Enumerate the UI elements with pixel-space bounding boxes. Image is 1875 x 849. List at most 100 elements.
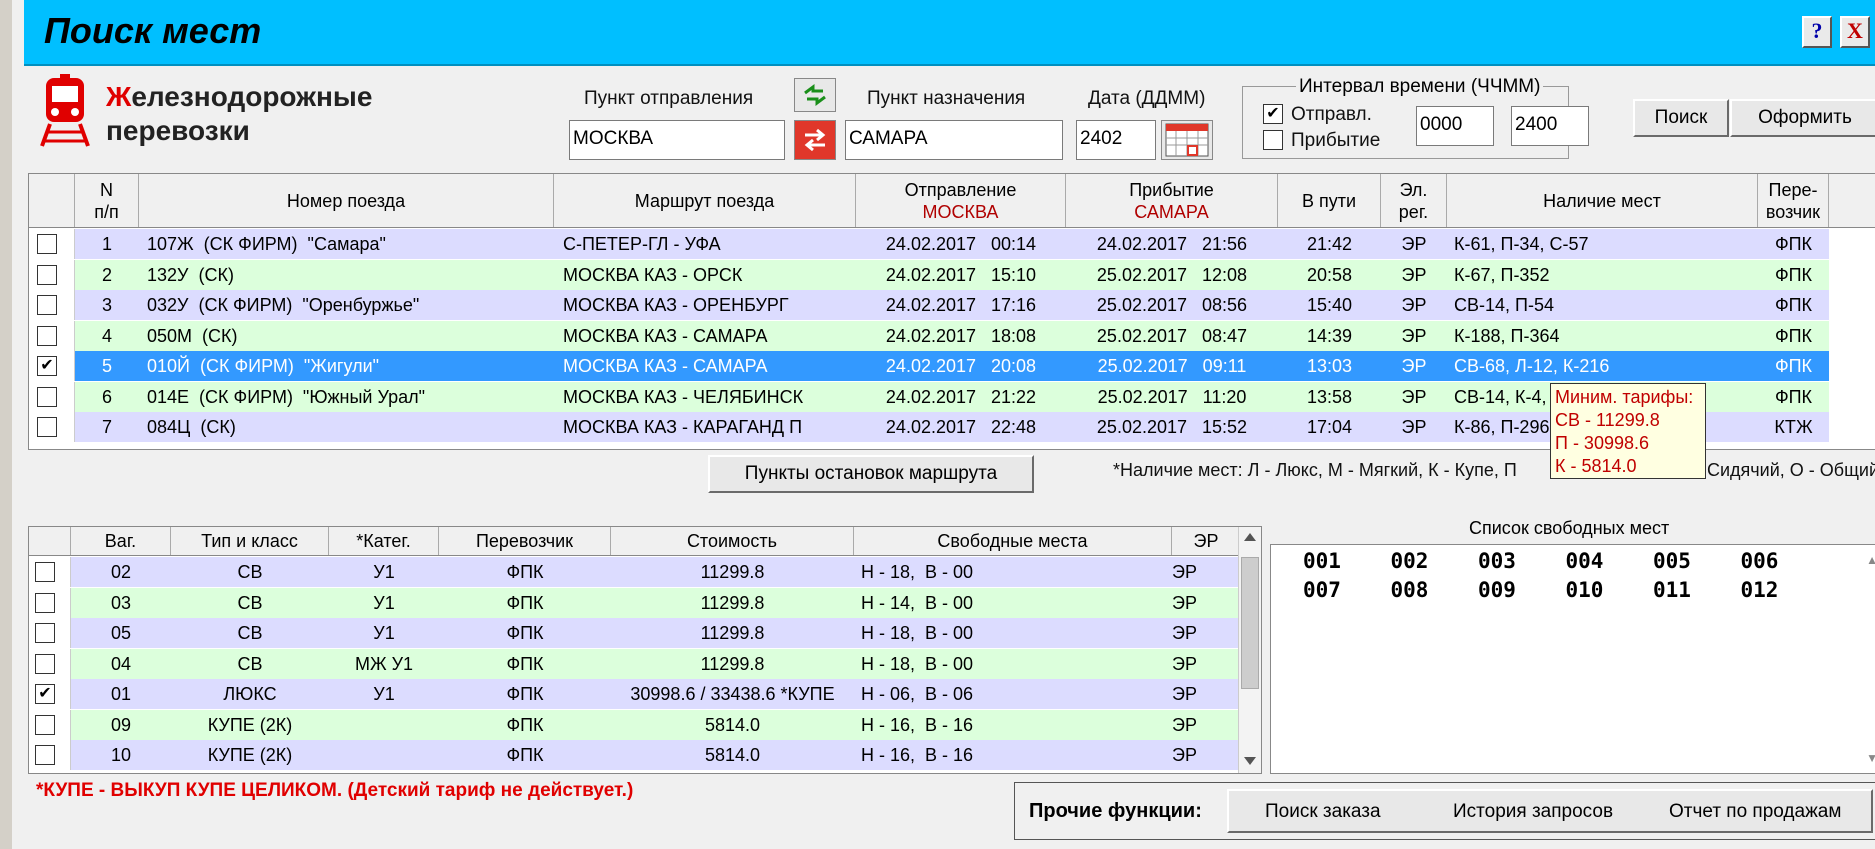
arrival-checkbox[interactable] (1263, 130, 1283, 150)
col-train[interactable]: Номер поезда (139, 174, 554, 227)
car-cell-carrier: ФПК (506, 623, 544, 643)
row-checkbox[interactable] (37, 295, 57, 315)
col-er[interactable]: ЭР (1172, 527, 1241, 555)
train-cell-train: 014Е (СК ФИРМ) "Южный Урал" (147, 386, 426, 407)
car-cell-carrier: ФПК (506, 592, 544, 613)
train-cell-route: МОСКВА КАЗ - САМАРА (563, 356, 768, 376)
car-cell-cat: У1 (373, 592, 395, 613)
row-checkbox[interactable] (37, 264, 57, 285)
col-num[interactable]: Nп/п (75, 174, 139, 227)
row-checkbox[interactable] (37, 325, 57, 346)
train-row[interactable]: 2 132У (СК) МОСКВА КАЗ - ОРСК 24.02.2017 15… (29, 259, 1829, 290)
col-departure[interactable]: Отправление МОСКВА (856, 174, 1066, 227)
row-checkbox[interactable] (37, 417, 57, 437)
scroll-up-icon[interactable]: ▲ (1866, 553, 1875, 567)
seat-item[interactable]: 008 (1391, 578, 1429, 602)
train-cell-travel: 20:58 (1306, 264, 1353, 285)
seat-item[interactable]: 012 (1741, 578, 1779, 602)
to-input[interactable]: САМАРА (845, 120, 1063, 160)
date-input[interactable]: 2402 (1076, 120, 1156, 160)
order-search-button[interactable]: Поиск заказа (1265, 801, 1381, 823)
cars-scrollbar[interactable] (1238, 527, 1261, 773)
swap-history-button[interactable] (794, 78, 836, 112)
car-cell-car: 05 (110, 623, 132, 643)
train-cell-dep: 24.02.2017 20:08 (885, 356, 1037, 376)
swap-stations-button[interactable] (794, 120, 836, 160)
col-travel[interactable]: В пути (1278, 174, 1381, 227)
col-category[interactable]: *Катег. (329, 527, 439, 555)
departure-checkbox[interactable]: ✔ (1263, 104, 1283, 124)
car-row[interactable]: 05 СВ У1 ФПК 11299.8 Н - 18, В - 00 ЭР (29, 618, 1241, 648)
col-availability[interactable]: Наличие мест (1447, 174, 1758, 227)
request-history-button[interactable]: История запросов (1453, 801, 1613, 823)
car-cell-free: Н - 06, В - 06 (861, 684, 974, 704)
col-arrival[interactable]: Прибытие САМАРА (1066, 174, 1278, 227)
from-input[interactable]: МОСКВА (569, 120, 785, 160)
row-checkbox[interactable]: ✔ (37, 356, 57, 376)
train-cell-arr: 25.02.2017 15:52 (1096, 417, 1248, 437)
car-checkbox[interactable] (35, 623, 55, 643)
col-car[interactable]: Ваг. (71, 527, 171, 555)
route-stops-button[interactable]: Пункты остановок маршрута (708, 455, 1034, 493)
help-button[interactable]: ? (1802, 16, 1832, 48)
search-button[interactable]: Поиск (1633, 99, 1729, 137)
car-checkbox[interactable] (35, 562, 55, 582)
train-row[interactable]: 4 050М (СК) МОСКВА КАЗ - САМАРА 24.02.2017 … (29, 320, 1829, 351)
time-to-input[interactable]: 2400 (1511, 106, 1589, 146)
car-row[interactable]: 09 КУПЕ (2К) ФПК 5814.0 Н - 16, В - 16 ЭР (29, 709, 1241, 740)
col-el[interactable]: Эл. рег. (1381, 174, 1447, 227)
col-route[interactable]: Маршрут поезда (554, 174, 856, 227)
seat-item[interactable]: 002 (1391, 549, 1429, 573)
calendar-button[interactable] (1161, 120, 1213, 160)
car-checkbox[interactable]: ✔ (35, 684, 55, 704)
close-button[interactable]: X (1840, 16, 1870, 48)
col-car-carrier[interactable]: Перевозчик (439, 527, 611, 555)
train-row[interactable]: 1 107Ж (СК ФИРМ) "Самара" С-ПЕТЕР-ГЛ - УФА… (29, 229, 1829, 259)
car-checkbox[interactable] (35, 745, 55, 765)
row-checkbox[interactable] (37, 234, 57, 254)
seat-item[interactable]: 007 (1303, 578, 1341, 602)
col-type[interactable]: Тип и класс (171, 527, 329, 555)
car-row[interactable]: 10 КУПЕ (2К) ФПК 5814.0 Н - 16, В - 16 ЭР (29, 740, 1241, 770)
car-row[interactable]: 02 СВ У1 ФПК 11299.8 Н - 18, В - 00 ЭР (29, 557, 1241, 587)
col-free-seats[interactable]: Свободные места (854, 527, 1172, 555)
train-cell-travel: 14:39 (1306, 325, 1353, 346)
car-row[interactable]: ✔ 01 ЛЮКС У1 ФПК 30998.6 / 33438.6 *КУПЕ Н - 0… (29, 679, 1241, 709)
time-from-input[interactable]: 0000 (1416, 106, 1494, 146)
train-cell-dep: 24.02.2017 21:22 (885, 386, 1037, 407)
seat-item[interactable]: 010 (1566, 578, 1604, 602)
train-cell-carrier: ФПК (1774, 234, 1813, 254)
seat-item[interactable]: 004 (1566, 549, 1604, 573)
scroll-up-icon[interactable] (1244, 533, 1256, 541)
seat-item[interactable]: 001 (1303, 549, 1341, 573)
car-row[interactable]: 03 СВ У1 ФПК 11299.8 Н - 14, В - 00 ЭР (29, 587, 1241, 618)
car-cell-price: 11299.8 (700, 592, 765, 613)
scroll-thumb[interactable] (1241, 557, 1259, 689)
sales-report-button[interactable]: Отчет по продажам (1669, 801, 1841, 823)
train-row[interactable]: 3 032У (СК ФИРМ) "Оренбуржье" МОСКВА КАЗ -… (29, 290, 1829, 320)
seat-item[interactable]: 003 (1478, 549, 1516, 573)
seat-item[interactable]: 011 (1653, 578, 1691, 602)
row-checkbox[interactable] (37, 386, 57, 407)
free-seats-list[interactable]: 001 002 003 004 005 006 007 008 009 010 011 012 ▲ ▼ (1270, 544, 1875, 774)
issue-button[interactable]: Оформить (1730, 99, 1875, 137)
train-cell-n: 6 (101, 386, 112, 407)
train-cell-route: МОСКВА КАЗ - КАРАГАНД П (563, 417, 803, 437)
scroll-down-icon[interactable]: ▼ (1866, 751, 1875, 765)
car-checkbox[interactable] (35, 714, 55, 735)
other-functions-buttons: Поиск заказа История запросов Отчет по п… (1227, 789, 1873, 833)
seat-item[interactable]: 009 (1478, 578, 1516, 602)
col-price[interactable]: Стоимость (611, 527, 854, 555)
car-cell-carrier: ФПК (506, 714, 544, 735)
train-cell-n: 5 (101, 356, 112, 376)
car-checkbox[interactable] (35, 653, 55, 674)
seat-item[interactable]: 006 (1741, 549, 1779, 573)
train-row[interactable]: ✔ 5 010Й (СК ФИРМ) "Жигули" МОСКВА КАЗ - СА… (29, 351, 1829, 381)
col-carrier[interactable]: Пере-возчик (1758, 174, 1829, 227)
car-row[interactable]: 04 СВ МЖ У1 ФПК 11299.8 Н - 18, В - 00 ЭР (29, 648, 1241, 679)
car-checkbox[interactable] (35, 592, 55, 613)
train-cell-el: ЭР (1401, 417, 1427, 437)
seat-item[interactable]: 005 (1653, 549, 1691, 573)
scroll-down-icon[interactable] (1244, 757, 1256, 765)
train-cell-route: МОСКВА КАЗ - ОРЕНБУРГ (563, 295, 789, 315)
